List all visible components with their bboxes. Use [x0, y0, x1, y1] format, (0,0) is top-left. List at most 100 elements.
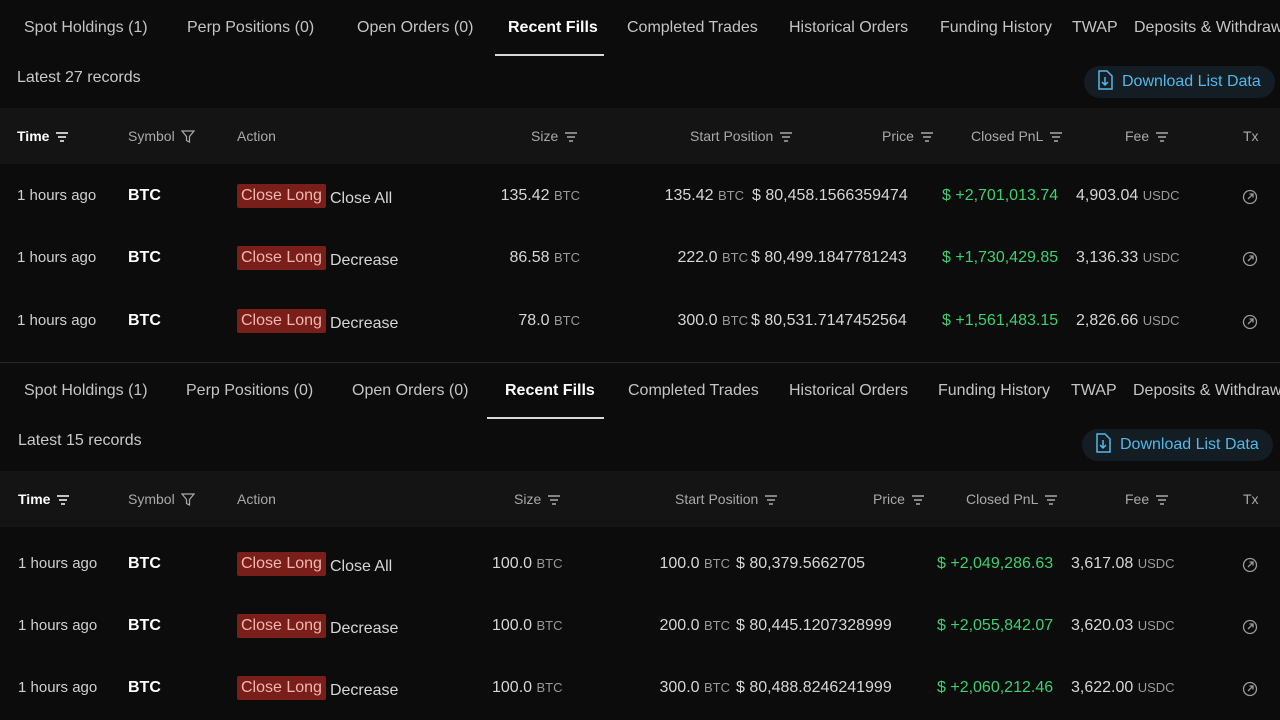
active-tab-indicator: [487, 417, 604, 419]
col-tx: Tx: [1243, 491, 1259, 507]
col-closed-pnl[interactable]: Closed PnL: [971, 128, 1063, 144]
col-tx: Tx: [1243, 128, 1259, 144]
row-symbol[interactable]: BTC: [128, 679, 161, 697]
external-link-icon[interactable]: [1242, 314, 1258, 335]
table-row: 1 hours ago BTC Close Long Decrease 86.58…: [0, 227, 1280, 289]
col-time[interactable]: Time: [18, 491, 70, 507]
col-price[interactable]: Price: [873, 491, 925, 507]
row-symbol[interactable]: BTC: [128, 555, 161, 573]
col-size[interactable]: Size: [514, 491, 561, 507]
external-link-icon[interactable]: [1242, 681, 1258, 702]
action-badge: Close Long: [237, 676, 326, 700]
tab-spot-holdings[interactable]: Spot Holdings (1): [24, 19, 148, 37]
row-symbol[interactable]: BTC: [128, 249, 161, 267]
download-label: Download List Data: [1120, 436, 1259, 453]
row-symbol[interactable]: BTC: [128, 617, 161, 635]
tab-completed-trades[interactable]: Completed Trades: [627, 19, 758, 37]
row-time: 1 hours ago: [17, 312, 97, 329]
download-list-button[interactable]: Download List Data: [1082, 429, 1273, 461]
row-price: $ 80,488.8246241999: [736, 679, 892, 696]
records-count: Latest 15 records: [18, 432, 142, 449]
tab-twap[interactable]: TWAP: [1072, 19, 1118, 37]
col-symbol[interactable]: Symbol: [128, 128, 195, 144]
col-fee[interactable]: Fee: [1125, 128, 1169, 144]
table-row: 1 hours ago BTC Close Long Decrease 78.0 …: [0, 290, 1280, 352]
col-start-position[interactable]: Start Position: [675, 491, 778, 507]
trade-history-panel: Spot Holdings (1) Perp Positions (0) Ope…: [0, 362, 1280, 720]
col-action: Action: [237, 491, 276, 507]
tab-perp-positions[interactable]: Perp Positions (0): [187, 19, 314, 37]
row-price: $ 80,445.1207328999: [736, 617, 892, 634]
row-closed-pnl: $ +2,701,013.74: [942, 187, 1059, 204]
tab-deposits-withdraw[interactable]: Deposits & Withdraw: [1134, 19, 1280, 37]
col-action: Action: [237, 128, 276, 144]
action-badge: Close Long: [237, 309, 326, 333]
filter-icon: [180, 130, 195, 143]
row-closed-pnl: $ +2,060,212.46: [937, 679, 1054, 696]
col-size[interactable]: Size: [531, 128, 578, 144]
tab-funding-history[interactable]: Funding History: [938, 382, 1050, 400]
row-fee: 2,826.66 USDC: [1076, 312, 1180, 329]
sort-icon: [1045, 495, 1058, 505]
row-symbol[interactable]: BTC: [128, 187, 161, 205]
row-fee: 3,622.00 USDC: [1071, 679, 1175, 696]
tab-funding-history[interactable]: Funding History: [940, 19, 1052, 37]
row-time: 1 hours ago: [17, 187, 97, 204]
table-row: 1 hours ago BTC Close Long Close All 100.…: [0, 533, 1280, 595]
row-time: 1 hours ago: [18, 555, 98, 572]
tab-recent-fills[interactable]: Recent Fills: [508, 19, 598, 37]
action-type: Decrease: [329, 682, 399, 699]
row-time: 1 hours ago: [18, 617, 98, 634]
row-price: $ 80,531.7147452564: [751, 312, 907, 329]
sort-icon: [1156, 495, 1169, 505]
row-closed-pnl: $ +2,049,286.63: [937, 555, 1054, 572]
sort-icon: [780, 132, 793, 142]
row-start-position: 300.0 BTC: [659, 679, 731, 696]
row-fee: 3,617.08 USDC: [1071, 555, 1175, 572]
row-closed-pnl: $ +2,055,842.07: [937, 617, 1054, 634]
sort-icon: [920, 132, 933, 142]
action-type: Close All: [329, 190, 393, 207]
sort-icon: [548, 495, 561, 505]
tab-completed-trades[interactable]: Completed Trades: [628, 382, 759, 400]
row-time: 1 hours ago: [18, 679, 98, 696]
sort-icon: [911, 495, 924, 505]
col-fee[interactable]: Fee: [1125, 491, 1169, 507]
external-link-icon[interactable]: [1242, 251, 1258, 272]
col-time[interactable]: Time: [17, 128, 69, 144]
row-size: 100.0 BTC: [492, 555, 563, 572]
records-count: Latest 27 records: [17, 69, 141, 86]
table-header: Time Symbol Action Size Start Position P…: [0, 471, 1280, 527]
action-badge: Close Long: [237, 552, 326, 576]
col-symbol[interactable]: Symbol: [128, 491, 195, 507]
external-link-icon[interactable]: [1242, 557, 1258, 578]
tab-historical-orders[interactable]: Historical Orders: [789, 382, 908, 400]
tab-perp-positions[interactable]: Perp Positions (0): [186, 382, 313, 400]
row-start-position: 300.0 BTC: [677, 312, 749, 329]
tab-bar: Spot Holdings (1) Perp Positions (0) Ope…: [0, 0, 1280, 56]
download-list-button[interactable]: Download List Data: [1084, 66, 1275, 98]
tab-deposits-withdraw[interactable]: Deposits & Withdraw: [1133, 382, 1280, 400]
tab-twap[interactable]: TWAP: [1071, 382, 1117, 400]
tab-historical-orders[interactable]: Historical Orders: [789, 19, 908, 37]
col-price[interactable]: Price: [882, 128, 934, 144]
row-size: 86.58 BTC: [509, 249, 581, 266]
tab-open-orders[interactable]: Open Orders (0): [357, 19, 473, 37]
tab-recent-fills[interactable]: Recent Fills: [505, 382, 595, 400]
col-closed-pnl[interactable]: Closed PnL: [966, 491, 1058, 507]
table-row: 1 hours ago BTC Close Long Decrease 100.0…: [0, 657, 1280, 719]
tab-bar: Spot Holdings (1) Perp Positions (0) Ope…: [0, 363, 1280, 419]
col-start-position[interactable]: Start Position: [690, 128, 793, 144]
action-badge: Close Long: [237, 184, 326, 208]
row-size: 135.42 BTC: [500, 187, 580, 204]
external-link-icon[interactable]: [1242, 189, 1258, 210]
external-link-icon[interactable]: [1242, 619, 1258, 640]
sort-icon: [1050, 132, 1063, 142]
row-start-position: 100.0 BTC: [659, 555, 731, 572]
row-time: 1 hours ago: [17, 249, 97, 266]
filter-icon: [180, 493, 195, 506]
row-closed-pnl: $ +1,730,429.85: [942, 249, 1059, 266]
tab-spot-holdings[interactable]: Spot Holdings (1): [24, 382, 148, 400]
row-symbol[interactable]: BTC: [128, 312, 161, 330]
tab-open-orders[interactable]: Open Orders (0): [352, 382, 468, 400]
